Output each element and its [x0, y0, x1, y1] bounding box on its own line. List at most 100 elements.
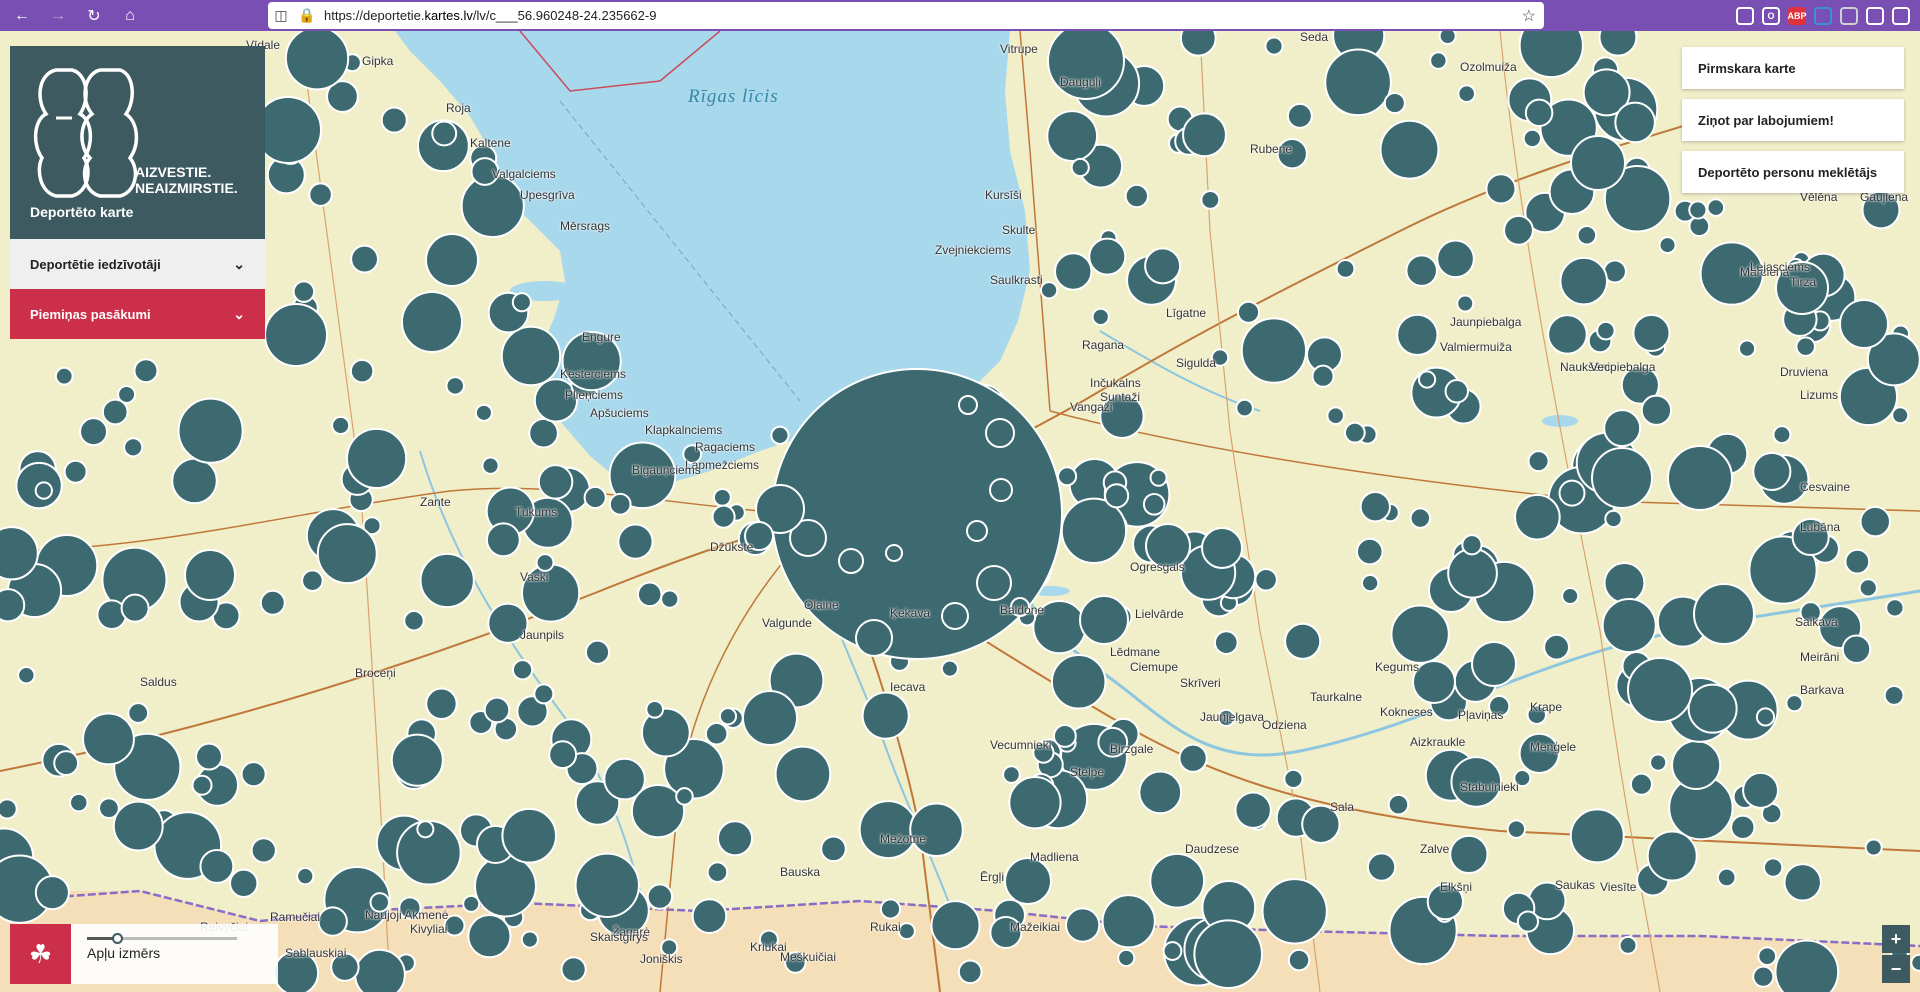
deportation-circle[interactable] — [350, 244, 379, 274]
deportation-circle[interactable] — [34, 875, 70, 911]
deportation-circle[interactable] — [1213, 630, 1239, 655]
deportation-circle[interactable] — [34, 481, 53, 500]
deportation-circle[interactable] — [316, 523, 378, 585]
zoom-in-button[interactable]: + — [1882, 925, 1910, 953]
deportation-circle[interactable] — [1730, 814, 1756, 840]
deportation-circle[interactable] — [711, 504, 736, 529]
deportation-circle[interactable] — [1752, 965, 1775, 988]
deportation-circle[interactable] — [1179, 31, 1217, 57]
deportation-circle[interactable] — [1079, 595, 1129, 645]
deportation-circle[interactable] — [930, 900, 981, 951]
deportation-circle[interactable] — [1444, 379, 1470, 404]
deportation-circle[interactable] — [0, 798, 18, 820]
deportation-circle[interactable] — [308, 182, 333, 207]
deportation-circle[interactable] — [646, 883, 674, 910]
deportation-circle[interactable] — [1687, 683, 1738, 734]
deportation-circle[interactable] — [460, 173, 525, 239]
deportation-circle[interactable] — [770, 425, 790, 445]
deportation-circle[interactable] — [511, 292, 532, 313]
deportation-circle[interactable] — [584, 639, 611, 665]
deportation-circle[interactable] — [1514, 493, 1561, 541]
deportation-circle[interactable] — [345, 427, 408, 490]
deportation-circle[interactable] — [1716, 867, 1737, 888]
deportation-circle[interactable] — [1596, 320, 1616, 341]
deportation-circle[interactable] — [608, 492, 632, 516]
deportation-circle[interactable] — [1471, 641, 1517, 687]
deportation-circle[interactable] — [264, 303, 328, 367]
deportation-circle[interactable] — [123, 437, 144, 458]
deportation-circle[interactable] — [481, 456, 500, 475]
deportation-circle[interactable] — [191, 774, 213, 796]
deportation-circle[interactable] — [1429, 51, 1448, 70]
deportation-circle[interactable] — [718, 707, 738, 726]
deportation-circle[interactable] — [1379, 119, 1440, 180]
deportation-circle[interactable] — [1795, 336, 1816, 357]
deportation-circle[interactable] — [712, 487, 732, 507]
deportation-circle[interactable] — [1527, 450, 1550, 473]
report-corrections-button[interactable]: Ziņot par labojumiem! — [1682, 99, 1904, 141]
back-icon[interactable]: ← — [8, 2, 36, 30]
deportation-circle[interactable] — [1438, 31, 1457, 45]
deportation-circle[interactable] — [53, 750, 80, 777]
deportation-circle[interactable] — [1286, 102, 1313, 129]
deportation-circle[interactable] — [574, 852, 640, 918]
deportation-circle[interactable] — [1343, 421, 1366, 444]
deportation-circle[interactable] — [583, 485, 607, 510]
deportation-circle[interactable] — [500, 325, 562, 387]
deportation-circle[interactable] — [1755, 707, 1776, 727]
deportation-circle[interactable] — [885, 544, 903, 562]
deportation-circle[interactable] — [1240, 317, 1308, 384]
deportation-circle[interactable] — [1449, 834, 1489, 875]
deportation-circle[interactable] — [1236, 300, 1261, 324]
deportation-circle[interactable] — [349, 358, 375, 384]
deportation-circle[interactable] — [966, 520, 988, 542]
deportation-circle[interactable] — [1117, 948, 1136, 968]
accordion-deported-residents[interactable]: Deportētie iedzīvotāji ⌄ — [10, 239, 265, 289]
deportation-circle[interactable] — [858, 800, 918, 860]
deportation-circle[interactable] — [989, 478, 1013, 502]
deportation-circle[interactable] — [296, 867, 315, 886]
deportation-circle[interactable] — [1604, 509, 1623, 529]
deportation-circle[interactable] — [976, 565, 1012, 601]
shield-icon[interactable] — [1840, 6, 1858, 25]
deportation-circle[interactable] — [1390, 604, 1450, 664]
deportation-circle[interactable] — [704, 721, 729, 746]
extensions-icon[interactable] — [1866, 6, 1884, 25]
deportation-circle[interactable] — [879, 898, 902, 920]
deportation-circle[interactable] — [537, 464, 574, 500]
deportation-circle[interactable] — [1618, 935, 1638, 955]
deportation-circle[interactable] — [127, 702, 150, 724]
onion-icon[interactable]: O — [1762, 6, 1780, 25]
deportation-circle[interactable] — [1447, 547, 1498, 599]
deportation-circle[interactable] — [1264, 36, 1284, 56]
deportation-circle[interactable] — [1864, 838, 1883, 857]
deportation-circle[interactable] — [1762, 857, 1784, 878]
deportation-circle[interactable] — [1193, 919, 1264, 989]
deportation-circle[interactable] — [380, 106, 408, 134]
deportation-circle[interactable] — [940, 659, 959, 678]
deportation-circle[interactable] — [301, 569, 324, 593]
deportation-circle[interactable] — [1178, 743, 1208, 773]
deportation-circle[interactable] — [1785, 694, 1804, 713]
deportation-circle[interactable] — [1910, 953, 1920, 972]
deportation-circle[interactable] — [706, 861, 729, 883]
deportation-circle[interactable] — [240, 761, 267, 788]
slider-thumb[interactable] — [112, 933, 123, 944]
deportation-circle[interactable] — [1070, 157, 1090, 178]
deportation-circle[interactable] — [548, 740, 578, 770]
deportation-circle[interactable] — [1144, 247, 1182, 285]
deportation-circle[interactable] — [416, 820, 435, 839]
deportation-circle[interactable] — [1366, 852, 1397, 882]
deportation-circle[interactable] — [958, 395, 978, 415]
deportation-circle[interactable] — [957, 959, 983, 985]
deportation-circle[interactable] — [645, 699, 665, 719]
deportation-circle[interactable] — [63, 459, 88, 484]
deportation-circle[interactable] — [1409, 507, 1432, 529]
deportation-circle[interactable] — [195, 742, 223, 771]
deportation-circle[interactable] — [1235, 398, 1254, 418]
deportation-circle[interactable] — [403, 610, 425, 632]
deportation-circle[interactable] — [1885, 598, 1905, 618]
deportation-circle[interactable] — [229, 868, 259, 899]
deportation-circle[interactable] — [1859, 505, 1891, 538]
deportation-circle[interactable] — [259, 589, 286, 616]
